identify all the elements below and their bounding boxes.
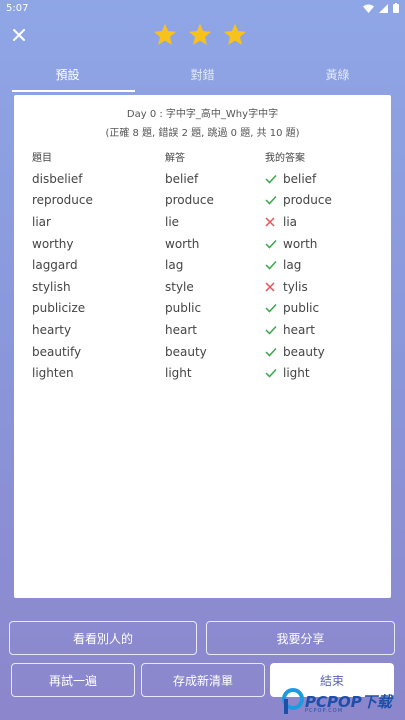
my-answer-cell: lag [264, 258, 391, 272]
tab-default[interactable]: 預設 [0, 62, 135, 92]
watermark: PCPOP下载 PCPOP.COM [281, 684, 405, 718]
close-icon [13, 29, 25, 41]
my-answer-cell: lia [264, 215, 391, 229]
result-row: publicize public public [14, 298, 391, 320]
quiz-title: Day 0 : 字中字_高中_Why字中字 [126, 109, 279, 120]
check-icon [265, 324, 281, 336]
see-others-button[interactable]: 看看別人的 [9, 621, 197, 655]
result-row: lighten light light [14, 362, 391, 384]
share-button[interactable]: 我要分享 [206, 621, 395, 655]
retry-button[interactable]: 再試一遍 [11, 663, 135, 697]
answer-word: belief [165, 171, 199, 186]
battery-icon [393, 3, 399, 13]
my-answer-cell: produce [264, 193, 391, 207]
my-answer-word: heart [283, 322, 315, 337]
my-answer-word: beauty [283, 344, 325, 359]
wifi-icon [363, 4, 374, 13]
result-row: laggard lag lag [14, 254, 391, 276]
cross-icon [265, 216, 281, 228]
question-word: liar [32, 214, 51, 229]
answer-word: lag [165, 258, 184, 273]
my-answer-word: public [283, 301, 320, 316]
signal-icon [379, 3, 388, 13]
close-button[interactable] [10, 26, 28, 44]
my-answer-cell: worth [264, 237, 391, 251]
status-bar: 5:07 [0, 0, 405, 16]
answer-word: public [165, 301, 202, 316]
my-answer-cell: beauty [264, 345, 391, 359]
pcpop-logo-icon [282, 688, 304, 714]
my-answer-word: worth [283, 236, 318, 251]
watermark-sub: PCPOP.COM [305, 708, 344, 714]
answer-word: style [165, 279, 194, 294]
result-row: worthy worth worth [14, 233, 391, 255]
star-icon [223, 23, 247, 45]
answer-word: light [165, 366, 192, 381]
check-icon [265, 173, 281, 185]
answer-word: lie [165, 214, 180, 229]
header-answer: 解答 [165, 153, 185, 164]
status-icons [363, 3, 399, 13]
my-answer-cell: public [264, 301, 391, 315]
tab-right-wrong[interactable]: 對錯 [135, 62, 270, 92]
result-list: disbelief belief belief reproduce produce pro… [14, 168, 391, 384]
my-answer-word: light [283, 366, 310, 381]
check-icon [265, 302, 281, 314]
check-icon [265, 194, 281, 206]
answer-word: beauty [165, 344, 207, 359]
result-row: stylish style tylis [14, 276, 391, 298]
result-row: hearty heart heart [14, 319, 391, 341]
answer-word: heart [165, 322, 197, 337]
my-answer-word: produce [283, 193, 332, 208]
quiz-summary: (正確 8 題, 錯誤 2 題, 跳過 0 題, 共 10 題) [105, 128, 300, 139]
check-icon [265, 238, 281, 250]
tab-bar: 預設 對錯 黃綠 [0, 62, 405, 92]
my-answer-word: belief [283, 171, 317, 186]
result-row: reproduce produce produce [14, 190, 391, 212]
question-word: beautify [32, 344, 82, 359]
result-row: beautify beauty beauty [14, 341, 391, 363]
check-icon [265, 367, 281, 379]
star-rating [152, 22, 248, 47]
star-icon [188, 23, 212, 45]
question-word: publicize [32, 301, 86, 316]
result-row: disbelief belief belief [14, 168, 391, 190]
question-word: reproduce [32, 193, 93, 208]
answer-word: worth [165, 236, 200, 251]
question-word: hearty [32, 322, 72, 337]
my-answer-word: lia [283, 214, 298, 229]
save-list-button[interactable]: 存成新清單 [141, 663, 265, 697]
my-answer-cell: belief [264, 172, 391, 186]
result-row: liar lie lia [14, 211, 391, 233]
question-word: stylish [32, 279, 71, 294]
check-icon [265, 346, 281, 358]
header-my-answer: 我的答案 [265, 153, 305, 164]
column-headers: 題目 解答 我的答案 [14, 149, 391, 164]
result-card: Day 0 : 字中字_高中_Why字中字 (正確 8 題, 錯誤 2 題, 跳… [14, 95, 391, 598]
my-answer-word: lag [283, 258, 302, 273]
check-icon [265, 259, 281, 271]
my-answer-cell: light [264, 366, 391, 380]
my-answer-word: tylis [283, 279, 308, 294]
cross-icon [265, 281, 281, 293]
my-answer-cell: tylis [264, 280, 391, 294]
status-time: 5:07 [6, 2, 29, 14]
tab-yellow-green[interactable]: 黃綠 [270, 62, 405, 92]
my-answer-cell: heart [264, 323, 391, 337]
question-word: laggard [32, 258, 78, 273]
question-word: worthy [32, 236, 74, 251]
header-question: 題目 [32, 153, 52, 164]
question-word: lighten [32, 366, 74, 381]
answer-word: produce [165, 193, 214, 208]
star-icon [153, 23, 177, 45]
question-word: disbelief [32, 171, 83, 186]
